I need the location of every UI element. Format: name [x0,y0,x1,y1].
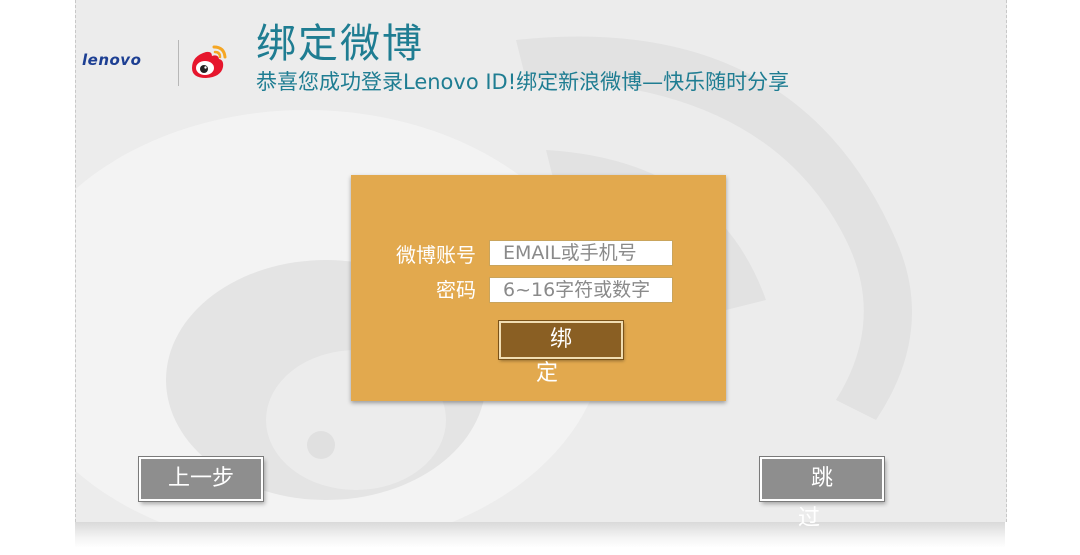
lenovo-logo: lenovo [82,51,142,69]
weibo-login-card: 微博账号 EMAIL或手机号 密码 6~16字符或数字 绑定 [351,175,726,401]
app-window: lenovo 绑定微博 恭喜您成功登录Lenovo ID!绑定新浪微博—快乐随时… [0,0,1080,555]
skip-button[interactable]: 跳过 [760,457,884,531]
account-label: 微博账号 [396,243,476,267]
password-input[interactable]: 6~16字符或数字 [489,277,673,303]
page-title: 绑定微博 [256,21,424,67]
page-subtitle: 恭喜您成功登录Lenovo ID!绑定新浪微博—快乐随时分享 [256,70,790,94]
bind-button[interactable]: 绑定 [499,321,623,386]
bottom-shadow [75,522,1005,548]
account-input[interactable]: EMAIL或手机号 [489,240,673,266]
previous-step-button[interactable]: 上一步 [139,457,263,501]
password-label: 密码 [436,278,476,302]
logo-divider [178,40,179,86]
weibo-eye-icon [192,45,227,78]
